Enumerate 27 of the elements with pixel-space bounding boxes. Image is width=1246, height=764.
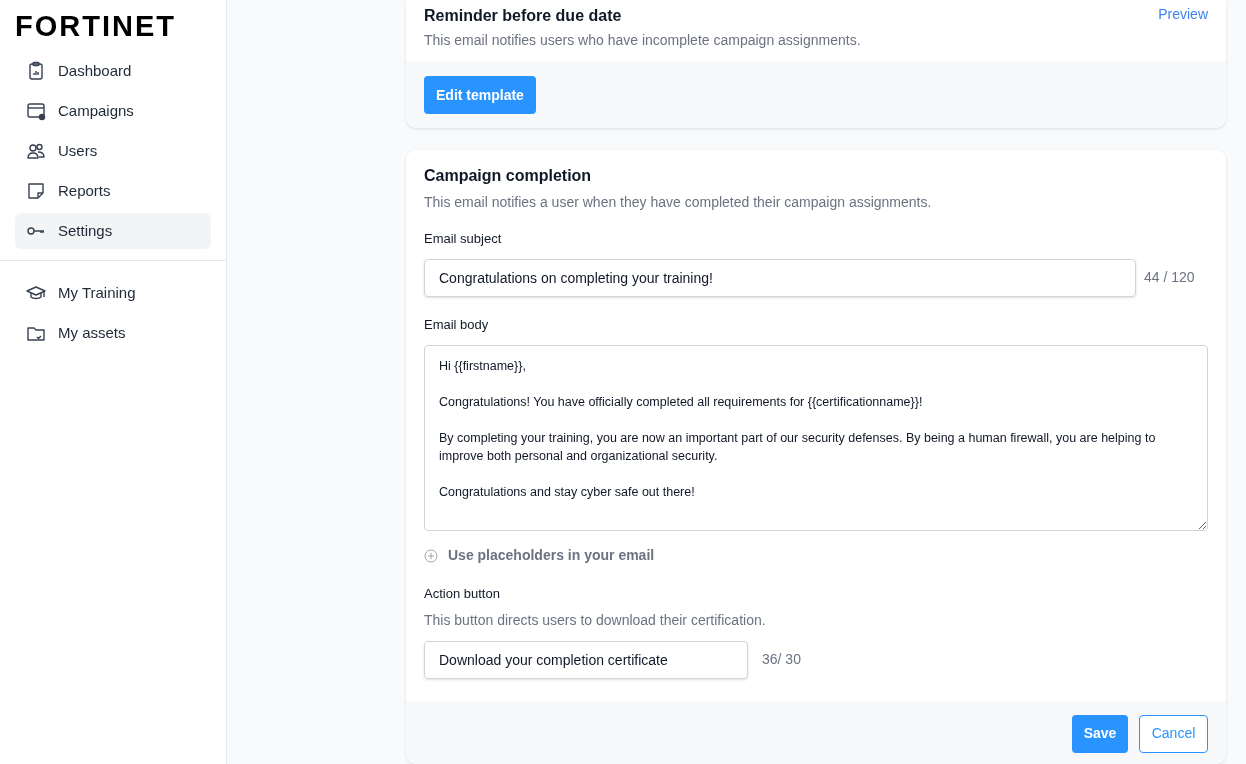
preview-link[interactable]: Preview: [1158, 4, 1208, 25]
nav-item[interactable]: Dashboard: [15, 53, 211, 89]
nav-item[interactable]: Settings: [15, 213, 211, 249]
action-button-field[interactable]: Download your completion certificate: [424, 640, 748, 679]
card-title: Reminder before due date: [424, 6, 623, 26]
field-label: Email subject: [424, 230, 503, 249]
clipboard-icon: [26, 61, 46, 81]
nav-item[interactable]: Reports: [15, 173, 211, 209]
nav-item[interactable]: Users: [15, 133, 211, 169]
field-label: Action button: [424, 585, 501, 604]
field-label: Email body: [424, 315, 490, 334]
nav-item[interactable]: Campaigns: [15, 93, 211, 129]
character-counter: 44 / 120: [1144, 268, 1195, 288]
card-description: This email notifies users who have incomplete campaign assignments.: [424, 31, 861, 50]
subject-field[interactable]: Congratulations on completing your training!: [424, 258, 1136, 297]
note-icon: [26, 181, 46, 201]
placeholders-toggle[interactable]: Use placeholders in your email: [424, 545, 655, 567]
nav-item[interactable]: My Training: [15, 275, 211, 311]
email-body-field[interactable]: Hi {{firstname}}, Congratulations! You have officially completed all requirements for {{certificationname}}! By completing your training, you are now an important part of our security defenses. By being a human firewall, you are helping to improve both personal and organizational security. Congratulations and stay cyber safe out there!: [424, 345, 1208, 532]
browser-icon: [26, 101, 46, 121]
card-title: Campaign completion: [424, 166, 593, 187]
card-description: This email notifies a user when they have completed their campaign assignments.: [424, 193, 933, 213]
users-icon: [26, 141, 46, 161]
logo: FORTINET: [15, 10, 176, 42]
nav-item[interactable]: My assets: [15, 315, 211, 351]
character-counter: 36/ 30: [762, 650, 801, 670]
field-description: This button directs users to download their certification.: [424, 610, 767, 630]
